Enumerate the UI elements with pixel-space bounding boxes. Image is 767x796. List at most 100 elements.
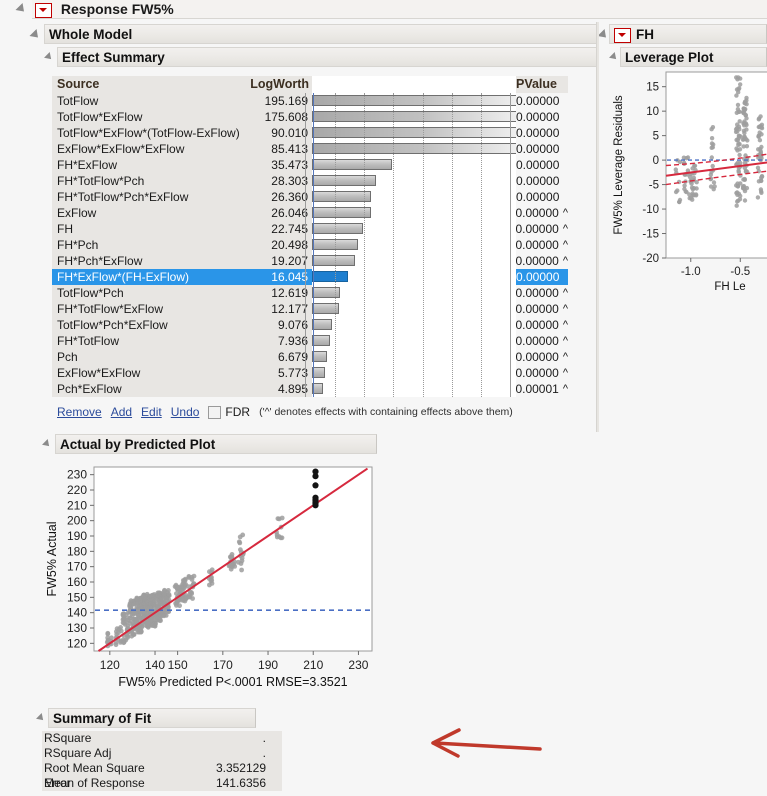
svg-text:190: 190 — [258, 658, 278, 672]
undo-link[interactable]: Undo — [171, 405, 200, 419]
effect-source: FH*TotFlow — [52, 333, 244, 349]
effect-summary-actions: Remove Add Edit Undo FDR ('^' denotes ef… — [57, 404, 513, 420]
response-header: Response FW5% — [32, 0, 767, 19]
effect-bar — [312, 127, 516, 138]
response-disclosure-triangle[interactable] — [15, 2, 28, 16]
effect-pvalue-cell: 0.00000 ^ — [515, 205, 568, 221]
fh-menu-icon[interactable] — [614, 27, 631, 43]
fdr-checkbox[interactable] — [208, 405, 222, 419]
effect-source: TotFlow*Pch*ExFlow — [52, 317, 244, 333]
effect-pvalue: 0.00000 — [515, 350, 559, 364]
effect-pvalue: 0.00000 — [516, 270, 560, 284]
fh-leverage-plot[interactable]: -20 -15 -10 -5 0 5 10 15 -1.0 -0.5 FH Le FW5% Lever… — [608, 62, 767, 302]
table-row[interactable]: FH*ExFlow*(FH-ExFlow) 16.045 0.00000 — [52, 269, 568, 285]
fh-disclosure-triangle[interactable] — [597, 28, 610, 42]
svg-text:140: 140 — [145, 658, 165, 672]
svg-text:-5: -5 — [649, 180, 659, 192]
effect-source: TotFlow — [52, 93, 244, 109]
svg-text:10: 10 — [646, 106, 659, 118]
summary-of-fit-value: . — [262, 746, 266, 760]
svg-text:150: 150 — [168, 658, 188, 672]
effect-bar-cell — [312, 301, 516, 317]
effect-pvalue-cell: 0.00000 — [516, 93, 568, 109]
add-link[interactable]: Add — [111, 405, 132, 419]
whole-model-disclosure-triangle[interactable] — [29, 28, 42, 42]
effect-bar-cell — [312, 125, 516, 141]
effect-pvalue: 0.00000 — [515, 254, 559, 268]
svg-text:-10: -10 — [642, 204, 659, 216]
effect-pvalue: 0.00000 — [515, 286, 559, 300]
containing-effect-caret: ^ — [562, 383, 568, 395]
effect-pvalue-cell: 0.00000 ^ — [515, 221, 568, 237]
effect-summary-disclosure-triangle[interactable] — [44, 52, 54, 62]
svg-text:15: 15 — [646, 82, 659, 94]
effect-pvalue-cell: 0.00000 — [516, 109, 568, 125]
table-row[interactable]: Pch*ExFlow 4.895 0.00001 ^ — [52, 381, 568, 397]
effect-pvalue-cell: 0.00000 ^ — [515, 349, 568, 365]
effect-pvalue-cell: 0.00000 — [516, 141, 568, 157]
containing-effect-caret: ^ — [562, 207, 568, 219]
containing-effect-caret — [561, 189, 568, 205]
effect-logworth: 90.010 — [244, 125, 312, 141]
table-row[interactable]: TotFlow*ExFlow 175.608 0.00000 — [52, 109, 568, 125]
effect-pvalue: 0.00000 — [516, 126, 560, 140]
table-row[interactable]: FH*TotFlow 7.936 0.00000 ^ — [52, 333, 568, 349]
containing-effect-caret — [561, 109, 568, 125]
effect-pvalue: 0.00000 — [516, 174, 560, 188]
effect-bar-cell — [312, 93, 516, 109]
svg-text:-0.5: -0.5 — [730, 266, 750, 278]
table-row[interactable]: FH*Pch 20.498 0.00000 ^ — [52, 237, 568, 253]
summary-of-fit-row: Root Mean Square Error 3.352129 — [42, 761, 282, 790]
table-row[interactable]: TotFlow*ExFlow*(TotFlow-ExFlow) 90.010 0.0… — [52, 125, 568, 141]
column-header-pvalue[interactable]: PValue — [516, 76, 568, 93]
effect-bar-cell — [312, 109, 516, 125]
whole-model-header: Whole Model — [44, 24, 597, 44]
effect-pvalue: 0.00000 — [516, 94, 560, 108]
containing-effect-caret: ^ — [562, 303, 568, 315]
table-row[interactable]: TotFlow 195.169 0.00000 — [52, 93, 568, 109]
table-row[interactable]: ExFlow*ExFlow*ExFlow 85.413 0.00000 — [52, 141, 568, 157]
svg-text:200: 200 — [67, 514, 87, 528]
effect-bar — [312, 191, 372, 202]
table-row[interactable]: FH*ExFlow 35.473 0.00000 — [52, 157, 568, 173]
effect-bar — [312, 175, 376, 186]
effect-logworth: 7.936 — [244, 333, 312, 349]
effect-bar — [312, 271, 349, 282]
table-row[interactable]: FH*TotFlow*ExFlow 12.177 0.00000 ^ — [52, 301, 568, 317]
remove-link[interactable]: Remove — [57, 405, 102, 419]
effect-bar-cell — [312, 189, 516, 205]
svg-text:120: 120 — [67, 636, 87, 650]
effect-logworth: 20.498 — [244, 237, 312, 253]
table-row[interactable]: FH 22.745 0.00000 ^ — [52, 221, 568, 237]
table-row[interactable]: FH*TotFlow*Pch 28.303 0.00000 — [52, 173, 568, 189]
actual-by-predicted-plot[interactable]: 120 130 140 150 160 170 180 190 200 210 220 230 120 1… — [42, 455, 377, 700]
effect-source: FH*TotFlow*Pch — [52, 173, 244, 189]
response-menu-icon[interactable] — [35, 2, 52, 18]
effect-pvalue: 0.00000 — [515, 334, 559, 348]
effect-bar-cell — [312, 317, 516, 333]
column-header-source[interactable]: Source — [52, 76, 244, 93]
leverage-plot-disclosure-triangle[interactable] — [609, 52, 619, 62]
effect-bar — [312, 207, 371, 218]
summary-of-fit-value: 141.6356 — [215, 776, 266, 790]
edit-link[interactable]: Edit — [141, 405, 162, 419]
abp-x-axis-label: FW5% Predicted P<.0001 RMSE=3.3521 — [118, 675, 347, 689]
table-row[interactable]: Pch 6.679 0.00000 ^ — [52, 349, 568, 365]
svg-text:5: 5 — [653, 131, 659, 143]
svg-text:-15: -15 — [642, 229, 659, 241]
effect-source: ExFlow*ExFlow*ExFlow — [52, 141, 244, 157]
actual-by-predicted-svg: 120130140150160170180190200210220230120 1… — [45, 466, 373, 689]
effect-source: TotFlow*ExFlow*(TotFlow-ExFlow) — [52, 125, 244, 141]
table-row[interactable]: ExFlow 26.046 0.00000 ^ — [52, 205, 568, 221]
table-row[interactable]: FH*Pch*ExFlow 19.207 0.00000 ^ — [52, 253, 568, 269]
column-header-bar-spacer — [312, 76, 516, 93]
table-row[interactable]: TotFlow*Pch 12.619 0.00000 ^ — [52, 285, 568, 301]
table-row[interactable]: FH*TotFlow*Pch*ExFlow 26.360 0.00000 — [52, 189, 568, 205]
effect-pvalue: 0.00000 — [515, 366, 559, 380]
response-outline-row: Response FW5% — [0, 0, 767, 19]
table-row[interactable]: TotFlow*Pch*ExFlow 9.076 0.00000 ^ — [52, 317, 568, 333]
actual-by-predicted-disclosure-triangle[interactable] — [42, 439, 52, 449]
summary-of-fit-disclosure-triangle[interactable] — [36, 713, 46, 723]
table-row[interactable]: ExFlow*ExFlow 5.773 0.00000 ^ — [52, 365, 568, 381]
column-header-logworth[interactable]: LogWorth — [244, 76, 312, 93]
